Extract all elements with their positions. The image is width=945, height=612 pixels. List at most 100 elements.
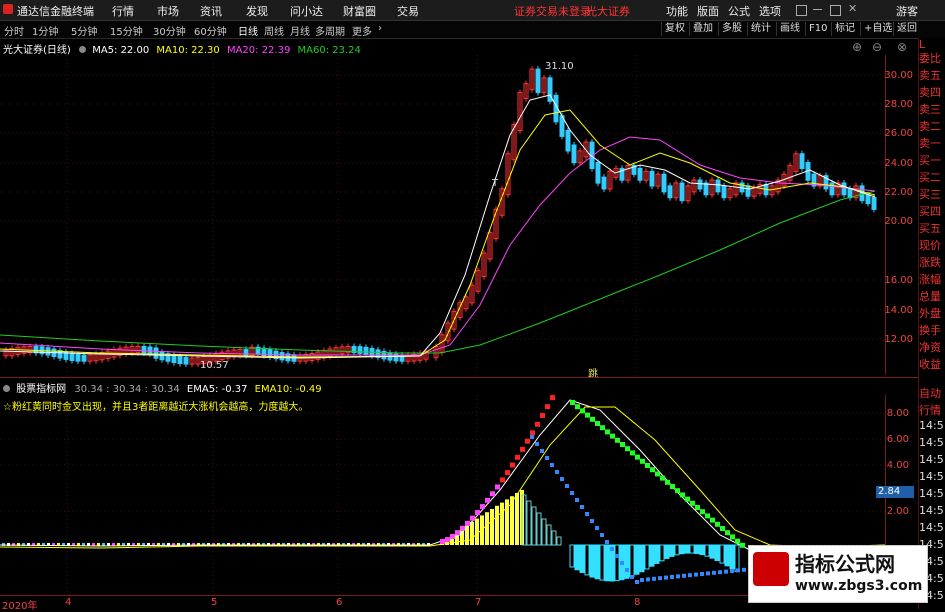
menu-wealth[interactable]: 财富圈 bbox=[343, 3, 376, 19]
candlestick-chart[interactable]: 31.10 10.57 T 跳 bbox=[0, 55, 885, 377]
candle bbox=[571, 144, 577, 164]
ema5-label: EMA5: -0.37 bbox=[186, 384, 248, 395]
price-tick: 22.00 bbox=[884, 187, 913, 198]
sidebar-tick-time: 14:5 bbox=[919, 504, 944, 517]
price-tick: 26.00 bbox=[884, 128, 913, 139]
settings-dot-icon[interactable] bbox=[79, 46, 86, 53]
login-status[interactable]: 证券交易未登录 bbox=[514, 3, 591, 19]
indicator-tick: 8.00 bbox=[886, 408, 909, 419]
indicator-bar bbox=[729, 544, 735, 570]
menu-function[interactable]: 功能 bbox=[666, 3, 688, 19]
menu-news[interactable]: 资讯 bbox=[200, 3, 222, 19]
user-label[interactable]: 游客 bbox=[896, 3, 918, 19]
tab-1min[interactable]: 1分钟 bbox=[32, 23, 58, 38]
btn-multi-stock[interactable]: 多股 bbox=[718, 22, 745, 36]
signal-marker bbox=[700, 572, 704, 576]
btn-add-watchlist[interactable]: +自选 bbox=[860, 22, 895, 36]
sidebar-quote-field: 买一 bbox=[919, 154, 941, 167]
window-restore-icon[interactable] bbox=[796, 5, 807, 16]
zoom-in-icon[interactable]: ⊕ bbox=[852, 40, 862, 54]
signal-marker bbox=[615, 437, 620, 443]
menu-layout[interactable]: 版面 bbox=[697, 3, 719, 19]
sidebar-tick-time: 14:5 bbox=[919, 487, 944, 500]
panel-close-icon[interactable]: ⊗ bbox=[897, 40, 907, 54]
signal-marker bbox=[665, 479, 670, 485]
btn-mark[interactable]: 标记 bbox=[831, 22, 858, 36]
menu-xiaoda[interactable]: 问小达 bbox=[290, 3, 323, 19]
tab-60min[interactable]: 60分钟 bbox=[194, 23, 227, 38]
x-tick: 4 bbox=[65, 597, 72, 608]
indicator-bar bbox=[624, 544, 630, 579]
signal-marker bbox=[635, 580, 639, 584]
menu-discover[interactable]: 发现 bbox=[246, 3, 268, 19]
btn-adjust[interactable]: 复权 bbox=[661, 22, 688, 36]
btn-back[interactable]: 返回 bbox=[893, 22, 920, 36]
window-maximize-icon[interactable] bbox=[830, 5, 841, 16]
menu-options[interactable]: 选项 bbox=[759, 3, 781, 19]
sidebar-quote-field: 卖一 bbox=[919, 137, 941, 150]
sidebar-quote-field: 总量 bbox=[919, 290, 941, 303]
signal-marker bbox=[530, 430, 535, 436]
tab-weekly[interactable]: 周线 bbox=[264, 23, 284, 38]
sidebar-quote-field: 换手 bbox=[919, 324, 941, 337]
marker-t: T bbox=[491, 178, 499, 189]
signal-marker bbox=[480, 504, 485, 510]
indicator-bar bbox=[589, 544, 595, 578]
menu-market[interactable]: 市场 bbox=[157, 3, 179, 19]
tab-5min[interactable]: 5分钟 bbox=[71, 23, 97, 38]
signal-marker bbox=[450, 533, 455, 539]
tab-15min[interactable]: 15分钟 bbox=[110, 23, 143, 38]
btn-overlay[interactable]: 叠加 bbox=[689, 22, 716, 36]
tab-intraday[interactable]: 分时 bbox=[4, 23, 24, 38]
indicator-bar bbox=[599, 544, 605, 581]
signal-marker bbox=[535, 421, 540, 427]
menu-formula[interactable]: 公式 bbox=[728, 3, 750, 19]
x-tick: 6 bbox=[336, 597, 343, 608]
indicator-bar bbox=[719, 544, 725, 564]
signal-marker bbox=[735, 538, 740, 544]
indicator-bar bbox=[485, 512, 489, 545]
watermark-title: 指标公式网 bbox=[795, 552, 895, 576]
indicator-tick: 6.00 bbox=[886, 434, 909, 445]
zoom-out-icon[interactable]: ⊖ bbox=[872, 40, 882, 54]
window-minimize-icon[interactable] bbox=[813, 9, 822, 10]
tab-30min[interactable]: 30分钟 bbox=[153, 23, 186, 38]
menu-quotes[interactable]: 行情 bbox=[112, 3, 134, 19]
window-close-icon[interactable]: ✕ bbox=[848, 2, 857, 15]
signal-marker bbox=[515, 454, 520, 460]
tab-daily[interactable]: 日线 bbox=[238, 23, 258, 38]
signal-marker bbox=[550, 463, 554, 467]
signal-marker bbox=[605, 540, 609, 544]
signal-marker bbox=[658, 576, 662, 581]
indicator-bar bbox=[556, 536, 562, 546]
signal-marker bbox=[676, 574, 680, 579]
signal-marker bbox=[540, 449, 544, 453]
tab-multi-period[interactable]: 多周期 bbox=[315, 23, 345, 38]
indicator-params: 30.34 : 30.34 : 30.34 bbox=[74, 384, 180, 395]
sidebar-tick-time: 14:5 bbox=[919, 436, 944, 449]
indicator-settings-icon[interactable] bbox=[3, 385, 10, 392]
candle bbox=[177, 356, 183, 365]
signal-marker bbox=[650, 467, 655, 473]
price-tick: 30.00 bbox=[884, 70, 913, 81]
candle bbox=[153, 347, 159, 359]
more-chevron-icon[interactable]: › bbox=[378, 23, 382, 34]
brand-logo-icon bbox=[753, 552, 789, 586]
menu-trade[interactable]: 交易 bbox=[397, 3, 419, 19]
btn-f10[interactable]: F10 bbox=[805, 22, 830, 36]
sidebar-quote-field: 净资 bbox=[919, 341, 941, 354]
signal-marker bbox=[655, 471, 660, 477]
btn-statistics[interactable]: 统计 bbox=[747, 22, 774, 36]
sidebar-quote-field: 涨跌 bbox=[919, 256, 941, 269]
indicator-bar bbox=[500, 502, 504, 545]
indicator-bar bbox=[634, 544, 640, 575]
signal-marker bbox=[490, 491, 495, 497]
tab-monthly[interactable]: 月线 bbox=[290, 23, 310, 38]
tab-more[interactable]: 更多 bbox=[352, 23, 372, 38]
signal-marker bbox=[445, 537, 450, 543]
candle bbox=[715, 179, 721, 193]
btn-draw-line[interactable]: 画线 bbox=[776, 22, 803, 36]
candle bbox=[637, 167, 643, 181]
main-chart-legend: 光大证券(日线) MA5: 22.00 MA10: 22.30 MA20: 22… bbox=[3, 41, 361, 56]
signal-marker bbox=[620, 561, 624, 565]
